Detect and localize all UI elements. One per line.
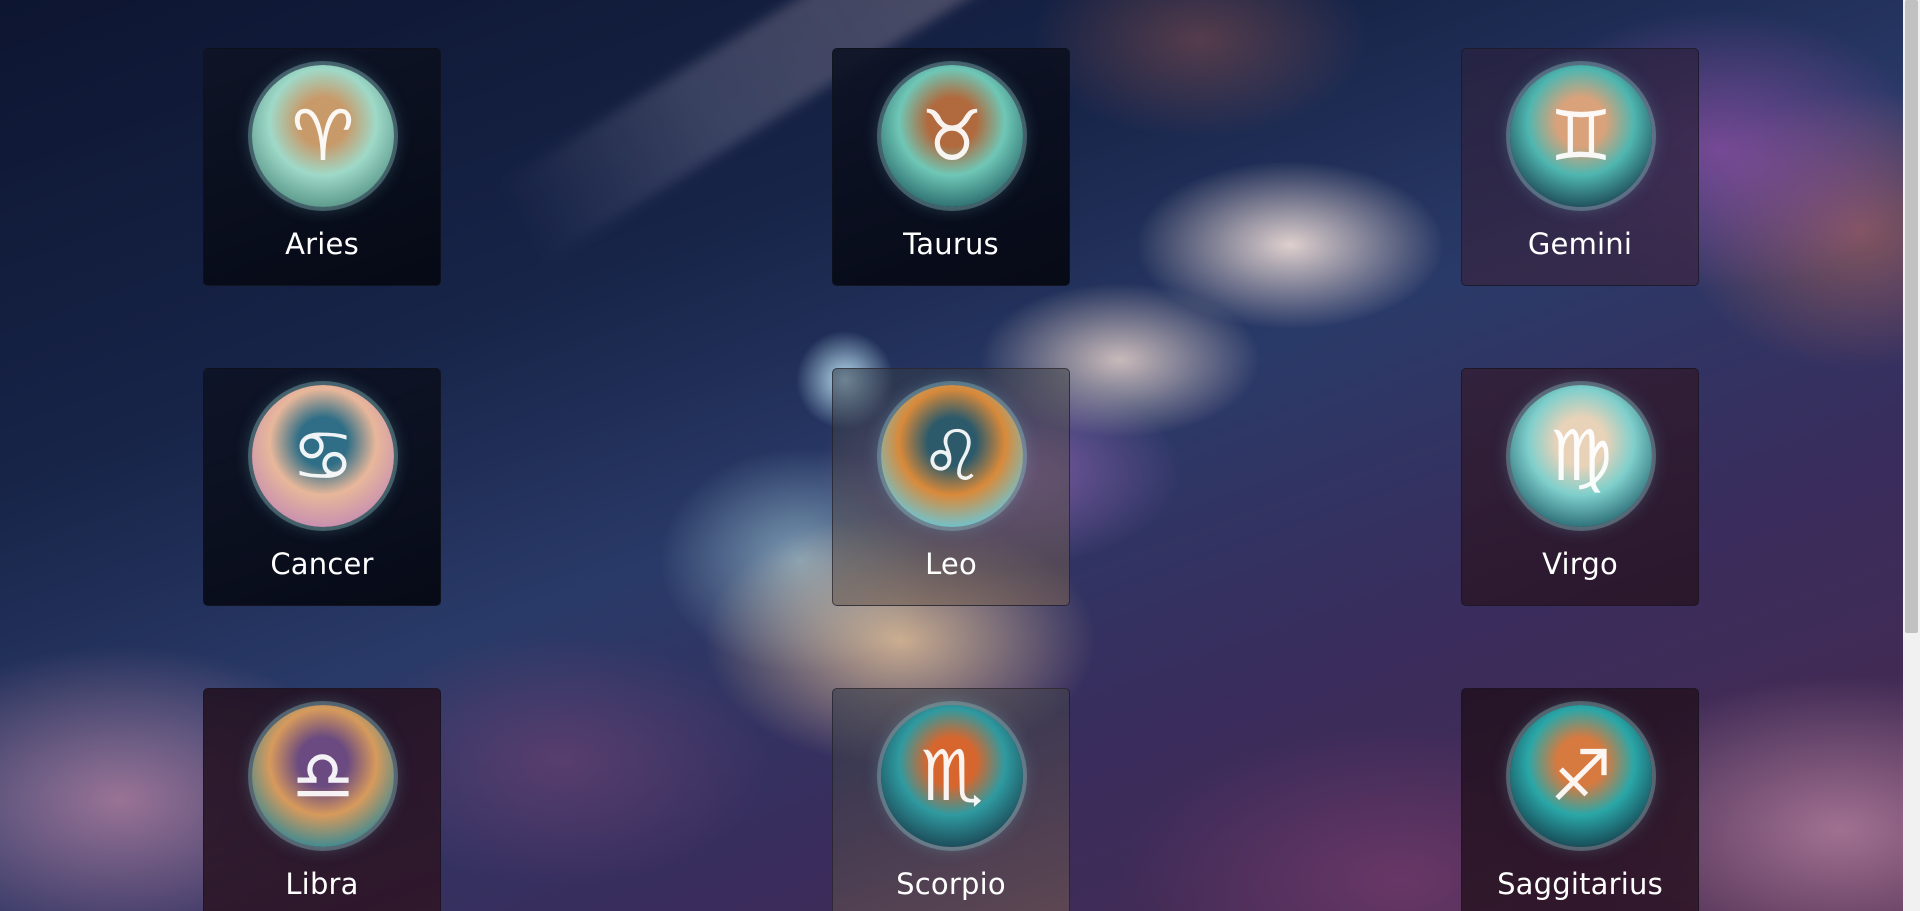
zodiac-card-taurus[interactable]: ♉ Taurus: [832, 48, 1070, 286]
zodiac-card-virgo[interactable]: ♍ Virgo: [1461, 368, 1699, 606]
aries-emblem-icon: ♈: [252, 65, 394, 207]
zodiac-card-label: Leo: [925, 547, 977, 581]
zodiac-page: ♈ Aries ♉ Taurus ♊ Gemini ♋ Cancer ♌ Leo…: [0, 0, 1920, 911]
zodiac-card-scorpio[interactable]: ♏ Scorpio: [832, 688, 1070, 911]
vertical-scrollbar[interactable]: [1903, 0, 1920, 911]
zodiac-card-label: Aries: [285, 227, 359, 261]
zodiac-card-libra[interactable]: ♎ Libra: [203, 688, 441, 911]
zodiac-card-label: Cancer: [270, 547, 374, 581]
scorpio-emblem-icon: ♏: [881, 705, 1023, 847]
libra-emblem-icon: ♎: [252, 705, 394, 847]
zodiac-card-aries[interactable]: ♈ Aries: [203, 48, 441, 286]
zodiac-card-saggitarius[interactable]: ♐ Saggitarius: [1461, 688, 1699, 911]
zodiac-card-label: Scorpio: [896, 867, 1006, 901]
zodiac-card-label: Virgo: [1542, 547, 1618, 581]
zodiac-card-leo[interactable]: ♌ Leo: [832, 368, 1070, 606]
sagittarius-emblem-icon: ♐: [1510, 705, 1652, 847]
taurus-emblem-icon: ♉: [881, 65, 1023, 207]
scrollbar-thumb[interactable]: [1905, 0, 1918, 633]
gemini-emblem-icon: ♊: [1510, 65, 1652, 207]
zodiac-card-label: Taurus: [903, 227, 999, 261]
virgo-emblem-icon: ♍: [1510, 385, 1652, 527]
leo-emblem-icon: ♌: [881, 385, 1023, 527]
cancer-emblem-icon: ♋: [252, 385, 394, 527]
zodiac-card-gemini[interactable]: ♊ Gemini: [1461, 48, 1699, 286]
zodiac-card-label: Gemini: [1527, 227, 1633, 261]
zodiac-grid: ♈ Aries ♉ Taurus ♊ Gemini ♋ Cancer ♌ Leo…: [0, 0, 1903, 911]
zodiac-card-label: Saggitarius: [1497, 867, 1663, 901]
zodiac-card-label: Libra: [285, 867, 359, 901]
zodiac-card-cancer[interactable]: ♋ Cancer: [203, 368, 441, 606]
